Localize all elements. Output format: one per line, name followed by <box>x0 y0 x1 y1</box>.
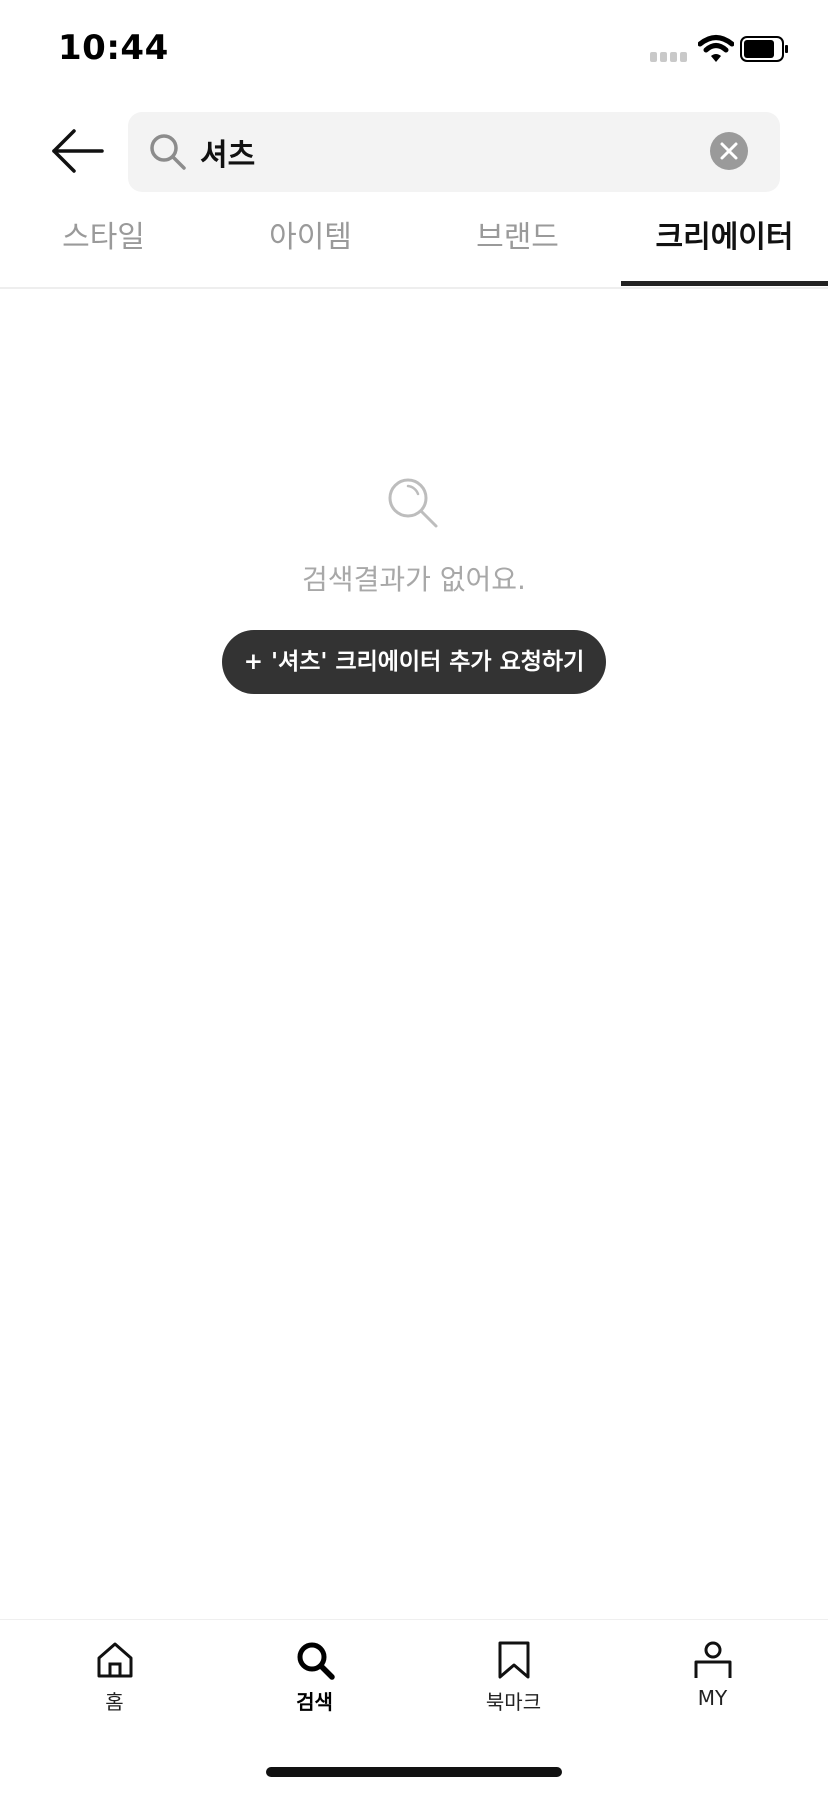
home-indicator <box>266 1767 562 1777</box>
home-icon <box>97 1642 132 1678</box>
wifi-icon <box>698 35 734 62</box>
tab-brand[interactable]: 브랜드 <box>414 205 621 287</box>
no-results-message: 검색결과가 없어요. <box>302 563 526 596</box>
tab-style[interactable]: 스타일 <box>0 205 207 287</box>
nav-label-my: MY <box>697 1686 728 1710</box>
search-header <box>0 110 828 192</box>
nav-my[interactable]: MY <box>609 1640 816 1750</box>
nav-label-home: 홈 <box>105 1690 124 1714</box>
search-icon <box>150 134 186 170</box>
clear-search-button[interactable] <box>710 132 748 170</box>
tab-creator[interactable]: 크리에이터 <box>621 205 828 287</box>
search-input[interactable] <box>200 112 700 192</box>
search-icon <box>297 1642 335 1680</box>
close-icon <box>720 142 738 160</box>
search-box[interactable] <box>128 112 780 192</box>
nav-label-bookmark: 북마크 <box>485 1690 542 1714</box>
cellular-signal-icon <box>650 52 690 62</box>
nav-search[interactable]: 검색 <box>211 1640 418 1750</box>
request-creator-button[interactable]: + '셔츠' 크리에이터 추가 요청하기 <box>222 630 606 694</box>
bookmark-icon <box>498 1641 529 1679</box>
nav-label-search: 검색 <box>296 1690 333 1714</box>
status-bar: 10:44 <box>0 0 828 100</box>
status-time: 10:44 <box>58 28 169 68</box>
back-arrow-icon[interactable] <box>50 128 106 174</box>
nav-bookmark[interactable]: 북마크 <box>410 1640 617 1750</box>
tab-item[interactable]: 아이템 <box>207 205 414 287</box>
nav-home[interactable]: 홈 <box>11 1640 218 1750</box>
magnifier-icon <box>388 478 438 528</box>
battery-icon <box>740 36 788 62</box>
search-tabs: 스타일 아이템 브랜드 크리에이터 <box>0 205 828 289</box>
person-icon <box>694 1641 731 1678</box>
active-tab-indicator <box>621 281 828 286</box>
